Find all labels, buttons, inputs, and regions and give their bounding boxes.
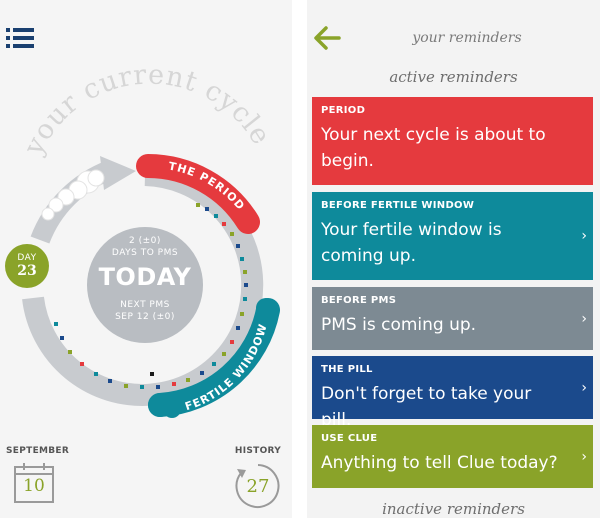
next-pms-date: SEP 12 (±0) (115, 312, 175, 322)
reminder-before-fertile-window[interactable]: BEFORE FERTILE WINDOW Your fertile windo… (312, 192, 593, 280)
month-label: SEPTEMBER (6, 446, 70, 456)
active-reminders-header: active reminders (389, 68, 518, 86)
cycle-screen: your current cycle THE PERIOD FERTILE WI… (0, 0, 292, 518)
reminder-title: BEFORE PMS (321, 295, 397, 306)
cycle-center-info: 2 (±0) DAYS TO PMS TODAY NEXT PMS SEP 12… (95, 235, 195, 323)
calendar-button[interactable]: SEPTEMBER 10 (6, 446, 86, 503)
reminder-text: Anything to tell Clue today? (321, 453, 558, 473)
day-number: 23 (17, 263, 37, 279)
chevron-right-icon: › (581, 448, 587, 465)
pms-count: 2 (±0) (129, 236, 161, 246)
day-label: DAY (17, 253, 37, 263)
reminder-before-pms[interactable]: BEFORE PMS PMS is coming up. › (312, 287, 593, 350)
chevron-right-icon: › (581, 379, 587, 396)
reminder-title: THE PILL (321, 364, 373, 375)
history-button[interactable]: HISTORY 27 (230, 446, 286, 508)
current-day-badge[interactable]: DAY 23 (5, 244, 49, 288)
reminders-screen: your reminders active reminders PERIOD Y… (307, 0, 600, 518)
reminder-the-pill[interactable]: THE PILL Don't forget to take your pill.… (312, 356, 593, 430)
calendar-day: 10 (23, 476, 45, 496)
history-count: 27 (246, 476, 270, 497)
back-arrow-icon[interactable] (312, 24, 342, 52)
reminder-title: PERIOD (321, 105, 366, 116)
today-label: TODAY (98, 263, 192, 291)
chevron-right-icon: › (581, 310, 587, 327)
history-label: HISTORY (234, 446, 282, 456)
reminder-text: Your fertile window is coming up. (321, 220, 502, 266)
reminder-period[interactable]: PERIOD Your next cycle is about to begin… (312, 97, 593, 185)
reminder-use-clue[interactable]: USE CLUE Anything to tell Clue today? › (312, 425, 593, 488)
reminder-title: USE CLUE (321, 433, 378, 444)
reminder-title: BEFORE FERTILE WINDOW (321, 200, 475, 211)
inactive-reminders-header: inactive reminders (382, 500, 525, 518)
reminder-text: Your next cycle is about to begin. (321, 125, 546, 171)
pms-label: DAYS TO PMS (111, 248, 179, 258)
reminder-text: PMS is coming up. (321, 315, 477, 335)
reminders-title: your reminders (412, 30, 522, 46)
next-pms-label: NEXT PMS (120, 300, 170, 310)
chevron-right-icon: › (581, 228, 587, 244)
screen-divider (292, 0, 307, 518)
cloud-icon (41, 169, 105, 221)
